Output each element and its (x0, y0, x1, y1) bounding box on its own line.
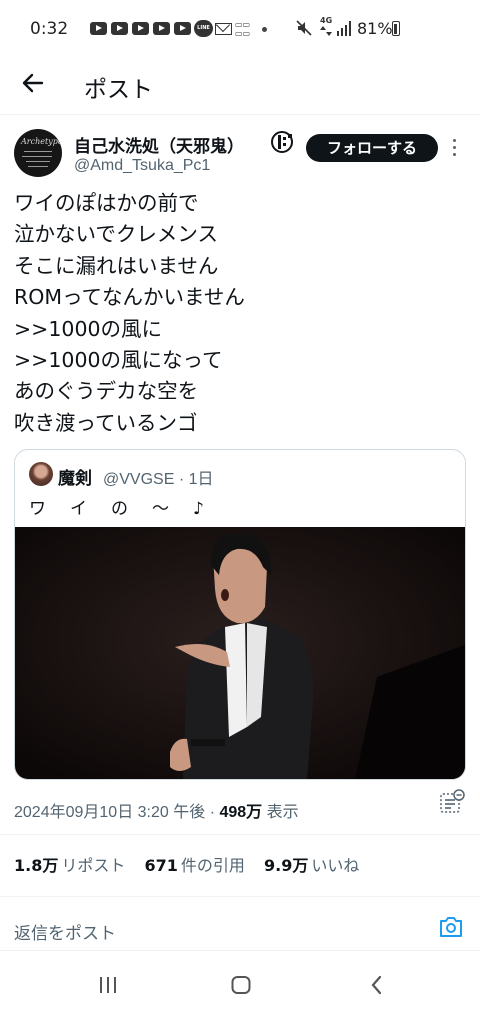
quoted-author-avatar (29, 462, 53, 486)
post-text: ワイのぽはかの前で 泣かないでクレメンス そこに漏れはいません ROMってなんか… (14, 188, 464, 439)
post-text-line: そこに漏れはいません (14, 253, 219, 278)
repost-label: リポスト (61, 856, 126, 875)
youtube-icon (111, 22, 128, 35)
reply-input[interactable]: 返信をポスト (14, 919, 116, 944)
status-time: 0:32 (30, 19, 69, 39)
view-label: 表示 (266, 804, 299, 821)
post-text-line: ROMってなんかいません (14, 285, 245, 310)
avatar-text: Archetype (21, 137, 62, 146)
data-arrows-icon (320, 26, 332, 36)
battery-icon (392, 21, 400, 36)
quoted-author-handle-line: @VVGSE · 1日 (103, 465, 214, 489)
quote-count: 671 (144, 856, 178, 875)
view-count: 498万 (219, 804, 263, 821)
back-arrow-icon[interactable] (20, 68, 46, 98)
separator: · (178, 471, 185, 488)
avatar-line (24, 151, 52, 152)
quoted-post-card[interactable]: 魔剣 @VVGSE · 1日 ワイの～♪ (14, 449, 466, 780)
youtube-icon (132, 22, 149, 35)
author-avatar[interactable]: Archetype (14, 129, 62, 177)
post-text-line: あのぐうデカな空を (14, 379, 199, 404)
separator: · (209, 804, 216, 821)
mail-icon (215, 23, 232, 35)
recent-apps-icon[interactable] (97, 974, 119, 996)
mute-icon (296, 20, 312, 36)
back-icon[interactable] (366, 974, 388, 996)
post-meta: 2024年09月10日 3:20 午後 · 498万 表示 (14, 798, 299, 822)
youtube-icon (174, 22, 191, 35)
repost-count-link[interactable]: 1.8万 リポスト (14, 856, 125, 875)
affiliate-badge-icon (271, 131, 293, 153)
engagement-stats: 1.8万 リポスト 671 件の引用 9.9万 いいね (14, 852, 373, 876)
author-display-name[interactable]: 自己水洗処（天邪鬼） (74, 132, 244, 157)
post-text-line: 泣かないでクレメンス (14, 222, 218, 247)
camera-icon[interactable] (438, 915, 464, 939)
like-count-link[interactable]: 9.9万 いいね (264, 856, 359, 875)
app-icon: ▭▭ ▭▭ (235, 20, 251, 38)
quote-count-link[interactable]: 671 件の引用 (144, 856, 244, 875)
quoted-author-handle: @VVGSE (103, 471, 175, 488)
quoted-author-name: 魔剣 (58, 469, 92, 489)
more-options-icon[interactable] (452, 139, 458, 159)
follow-button[interactable]: フォローする (306, 134, 438, 162)
line-icon: LINE (194, 20, 213, 37)
analytics-icon[interactable] (439, 789, 465, 815)
post-text-line: >>1000の風に (14, 316, 163, 341)
status-bar: 0:32 LINE ▭▭ ▭▭ 4G 81% (0, 0, 480, 58)
quote-label: 件の引用 (180, 856, 245, 875)
home-icon[interactable] (230, 974, 252, 996)
stats-divider (0, 896, 480, 897)
meta-divider (0, 834, 480, 835)
post-time: 3:20 午後 (137, 804, 206, 821)
post-text-line: ワイのぽはかの前で (14, 191, 199, 215)
avatar-line (28, 166, 48, 167)
post-text-line: >>1000の風になって (14, 348, 223, 373)
quoted-post-image[interactable] (15, 527, 465, 780)
network-type-label: 4G (320, 16, 333, 25)
signal-icon (337, 21, 351, 36)
post-date: 2024年09月10日 (14, 804, 134, 821)
battery-level: 81% (357, 19, 393, 38)
author-handle[interactable]: @Amd_Tsuka_Pc1 (74, 157, 210, 175)
youtube-icon (153, 22, 170, 35)
avatar-line (22, 156, 52, 157)
page-title: ポスト (84, 76, 153, 102)
quoted-post-age: 1日 (188, 471, 214, 488)
like-label: いいね (311, 856, 360, 875)
quoted-post-text: ワイの～♪ (29, 499, 228, 519)
avatar-line (26, 161, 50, 162)
header-divider (0, 114, 480, 115)
youtube-icon (90, 22, 107, 35)
reply-divider (0, 950, 480, 951)
post-text-line: 吹き渡っているンゴ (14, 410, 198, 435)
repost-count: 1.8万 (14, 856, 59, 875)
more-notifications-icon (262, 27, 267, 32)
like-count: 9.9万 (263, 856, 309, 875)
